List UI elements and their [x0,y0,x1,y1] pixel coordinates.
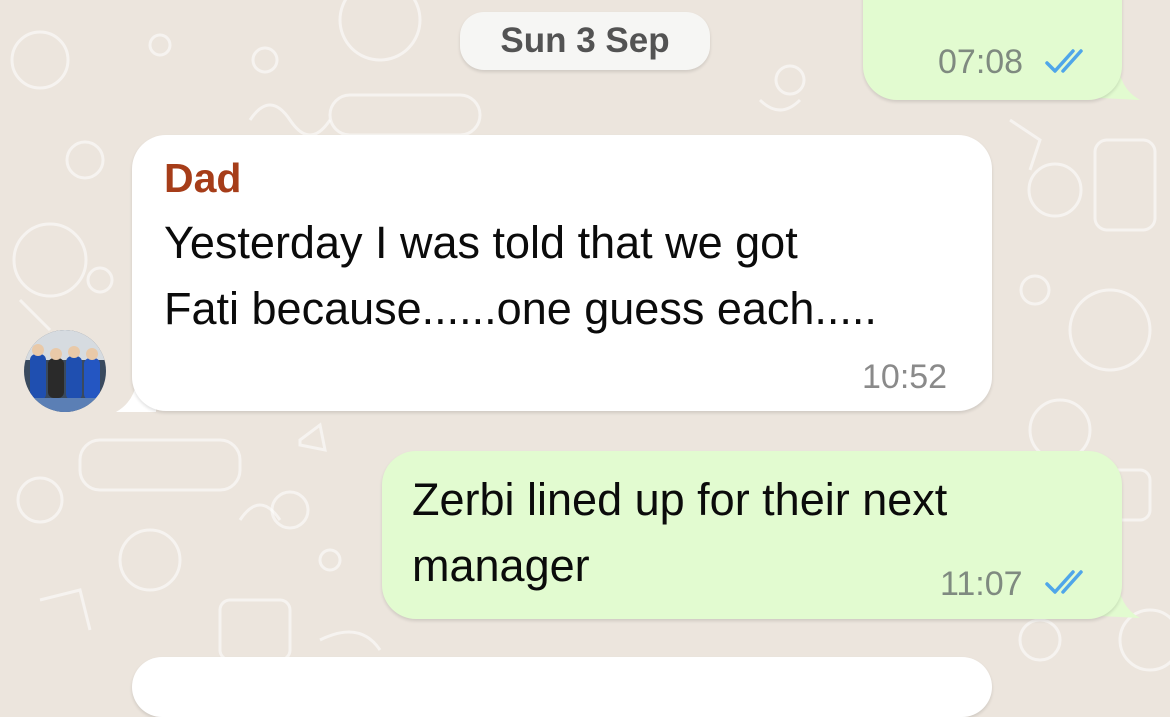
message-text-line: manager [412,540,590,591]
date-separator: Sun 3 Sep [460,12,710,70]
message-text-line: Zerbi lined up for their next [412,474,948,525]
sender-name: Dad [164,155,242,201]
message-text: Yesterday I was told that we got Fati be… [164,210,877,342]
incoming-message-bubble[interactable] [132,657,992,717]
double-check-icon [1045,568,1091,601]
message-timestamp: 07:08 [938,43,1024,81]
message-timestamp: 10:52 [862,358,948,396]
message-text-line: Yesterday I was told that we got [164,217,798,268]
message-text: Zerbi lined up for their next manager [412,467,947,599]
message-text-line: Fati because......one guess each..... [164,283,877,334]
message-timestamp: 11:07 [940,565,1023,603]
double-check-icon [1045,47,1091,80]
avatar[interactable] [24,330,106,412]
